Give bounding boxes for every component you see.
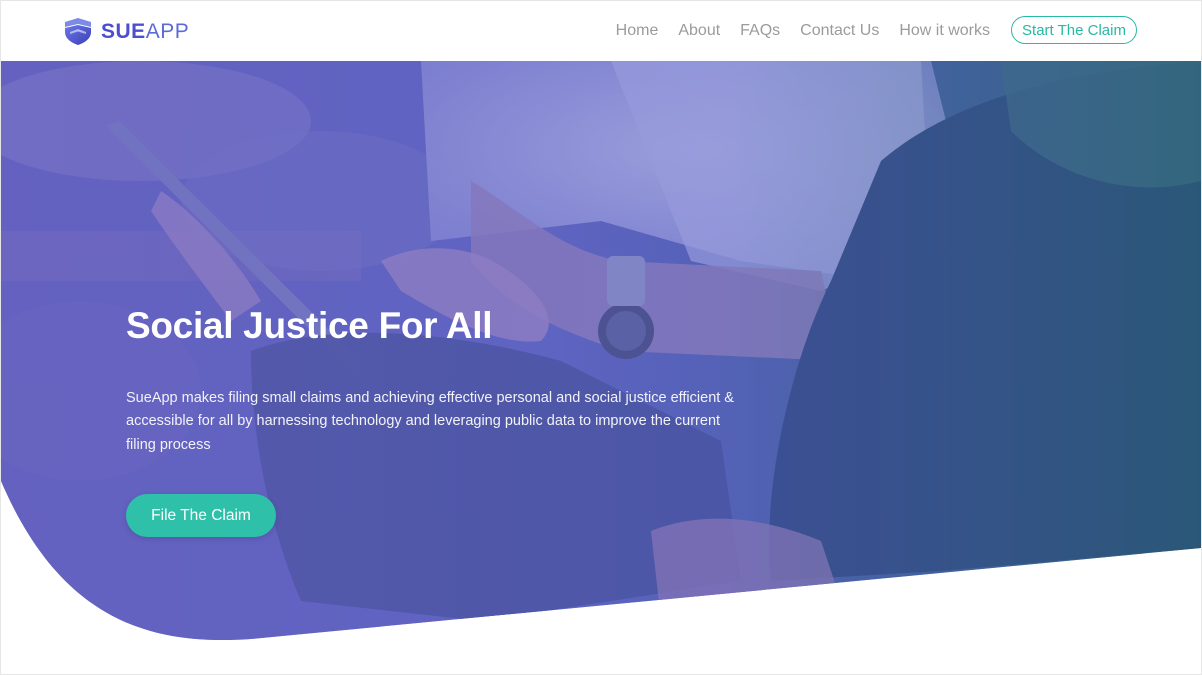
page-frame: SUEAPP Home About FAQs Contact Us How it…	[0, 0, 1202, 675]
hero-description: SueApp makes filing small claims and ach…	[126, 389, 734, 453]
hero-section: Social Justice For All SueApp makes fili…	[1, 61, 1201, 641]
brand-name: SUEAPP	[101, 21, 189, 42]
brand-name-bold: SUE	[101, 19, 146, 43]
hero-content: Social Justice For All SueApp makes fili…	[126, 305, 766, 457]
nav-faqs[interactable]: FAQs	[740, 22, 780, 40]
nav-home[interactable]: Home	[616, 22, 659, 40]
start-claim-button[interactable]: Start The Claim	[1011, 16, 1137, 44]
brand-name-light: APP	[145, 19, 190, 43]
file-claim-button[interactable]: File The Claim	[126, 494, 276, 537]
main-nav: Home About FAQs Contact Us How it works	[616, 1, 990, 61]
shield-logo-icon	[65, 18, 91, 45]
site-header: SUEAPP Home About FAQs Contact Us How it…	[1, 1, 1201, 61]
nav-how-it-works[interactable]: How it works	[899, 22, 990, 40]
nav-about[interactable]: About	[678, 22, 720, 40]
nav-contact-us[interactable]: Contact Us	[800, 22, 879, 40]
brand-logo[interactable]: SUEAPP	[63, 15, 189, 47]
hero-title: Social Justice For All	[126, 305, 493, 346]
